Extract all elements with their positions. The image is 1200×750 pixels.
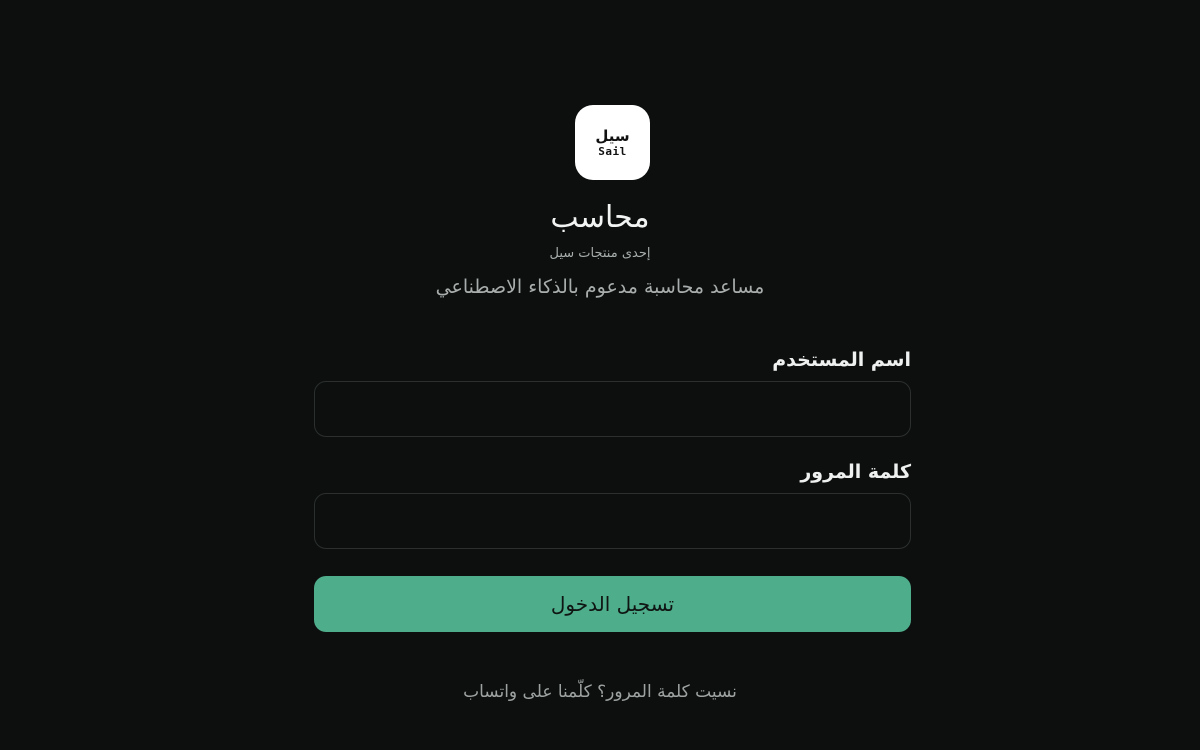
sail-logo: سيل Sail xyxy=(575,105,650,180)
password-label: كلمة المرور xyxy=(800,461,911,483)
password-input[interactable] xyxy=(314,493,911,549)
logo-text-arabic: سيل xyxy=(595,126,630,145)
login-page: سيل Sail محاسب إحدى منتجات سيل مساعد محا… xyxy=(0,0,1200,750)
username-label: اسم المستخدم xyxy=(772,349,911,371)
username-group: اسم المستخدم xyxy=(314,349,911,437)
logo-text-english: Sail xyxy=(598,144,627,158)
login-button[interactable]: تسجيل الدخول xyxy=(314,576,911,632)
username-input[interactable] xyxy=(314,381,911,437)
app-title: محاسب xyxy=(550,200,650,235)
forgot-password-whatsapp-link[interactable]: نسيت كلمة المرور؟ كلّمنا على واتساب xyxy=(0,682,1200,702)
app-tagline: مساعد محاسبة مدعوم بالذكاء الاصطناعي xyxy=(435,276,765,298)
password-group: كلمة المرور xyxy=(314,461,911,549)
app-subtitle: إحدى منتجات سيل xyxy=(549,246,651,261)
